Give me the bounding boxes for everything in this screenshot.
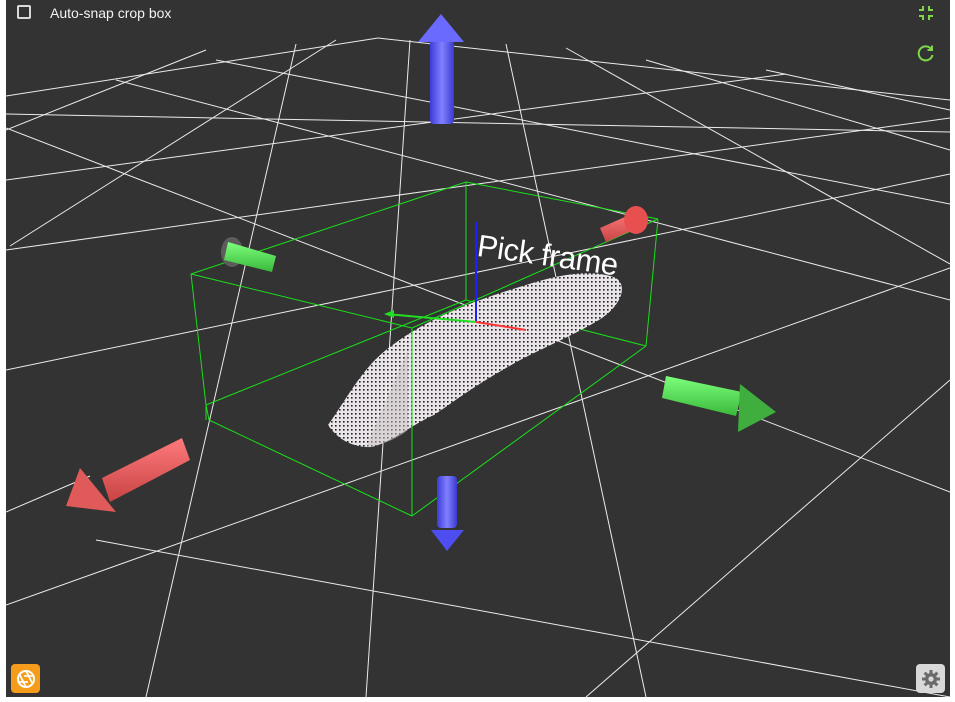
point-cloud [328, 273, 622, 448]
scene-canvas[interactable] [6, 0, 950, 697]
y-positive-arrow [662, 376, 776, 432]
collapse-icon[interactable] [916, 3, 936, 23]
auto-snap-checkbox[interactable] [17, 5, 31, 19]
y-negative-arrow [221, 237, 276, 272]
settings-button[interactable] [916, 664, 945, 693]
3d-viewport[interactable]: Pick frame Auto-snap crop box [6, 0, 950, 697]
camera-button[interactable] [11, 664, 40, 693]
reset-view-icon[interactable] [916, 43, 936, 63]
auto-snap-label: Auto-snap crop box [50, 5, 172, 21]
camera-shutter-icon [16, 669, 35, 688]
gear-icon [921, 669, 940, 688]
x-positive-arrow [600, 206, 648, 242]
z-down-arrow [431, 476, 464, 551]
x-negative-arrow [66, 438, 190, 512]
